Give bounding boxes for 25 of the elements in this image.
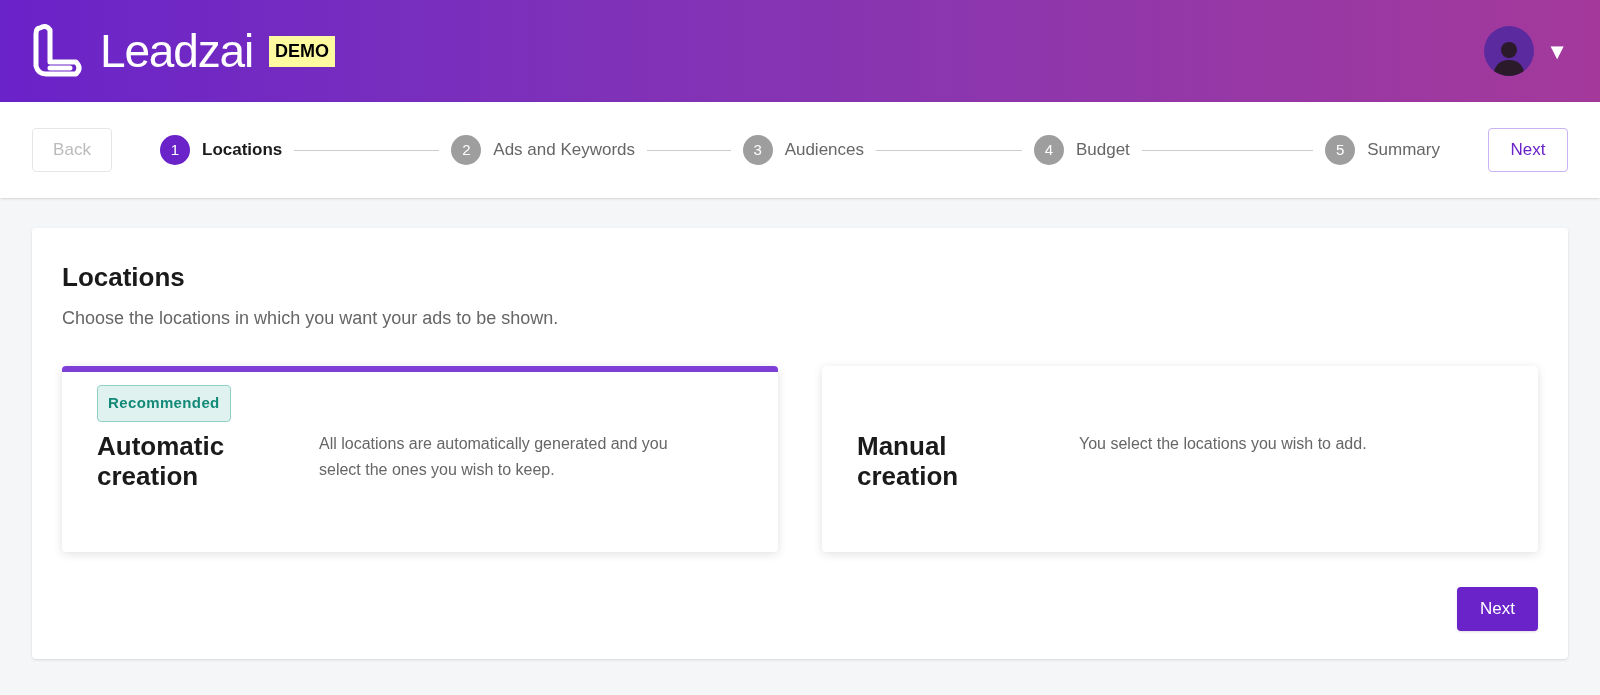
step-number: 2 [451, 135, 482, 165]
option-description: All locations are automatically generated and you select the ones you wish to keep. [319, 434, 669, 480]
step-number: 4 [1033, 135, 1064, 165]
option-card[interactable]: Recommended Automatic creation All locations are automatically generated and you select the ones you wish to keep. [62, 366, 778, 552]
step-label[interactable]: Summary [1367, 137, 1440, 163]
step-label[interactable]: Budget [1075, 137, 1130, 163]
step-number: 1 [160, 135, 190, 165]
option-title: Manual creation [857, 431, 960, 491]
page-title: Locations [62, 261, 186, 294]
brand-name: Leadzai [100, 28, 254, 74]
next-button[interactable]: Next [1488, 128, 1568, 172]
page-subtitle: Choose the locations in which you want your ads to be shown. [62, 307, 560, 330]
demo-badge: DEMO [269, 35, 336, 67]
step-label[interactable]: Locations [202, 137, 283, 163]
step-label[interactable]: Ads and Keywords [493, 137, 636, 163]
step-number: 5 [1325, 135, 1356, 165]
menu-caret[interactable]: ▼ [1546, 34, 1568, 68]
option-title: Automatic creation [97, 431, 226, 491]
next-button[interactable]: Next [1457, 587, 1538, 631]
step-label[interactable]: Audiences [784, 137, 864, 163]
recommended-badge: Recommended [97, 385, 231, 422]
step-number: 3 [742, 135, 773, 165]
avatar[interactable] [1484, 26, 1535, 76]
logo-icon [32, 22, 84, 80]
option-description: You select the locations you wish to add. [1079, 434, 1368, 454]
